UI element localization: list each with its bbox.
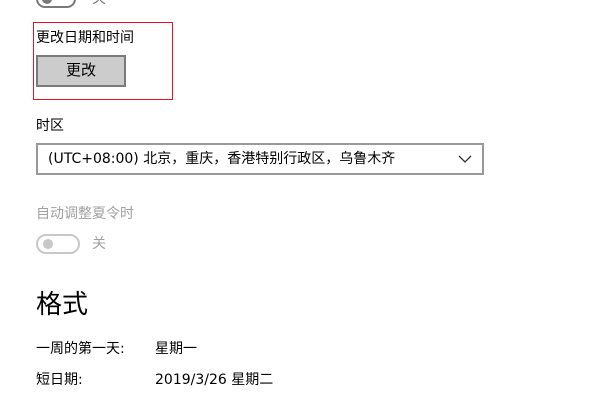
format-row-value: 2019/3/26 星期二 [155, 372, 274, 388]
timezone-dropdown[interactable]: (UTC+08:00) 北京，重庆，香港特别行政区，乌鲁木齐 [36, 143, 484, 175]
change-datetime-label: 更改日期和时间 [36, 30, 134, 46]
format-row-key: 短日期: [36, 372, 83, 388]
toggle-knob-icon [42, 0, 52, 4]
dst-toggle-state-label: 关 [92, 236, 106, 252]
timezone-label: 时区 [36, 118, 64, 134]
change-datetime-button[interactable]: 更改 [36, 55, 126, 87]
top-toggle-switch[interactable] [36, 0, 76, 8]
format-row-value: 星期一 [155, 341, 197, 357]
top-toggle-state-label: 关 [92, 0, 106, 8]
timezone-selected-value: (UTC+08:00) 北京，重庆，香港特别行政区，乌鲁木齐 [48, 151, 396, 167]
dst-label: 自动调整夏令时 [36, 206, 134, 222]
format-row-key: 一周的第一天: [36, 341, 125, 357]
toggle-knob-icon [43, 239, 53, 249]
formats-heading: 格式 [36, 290, 89, 320]
chevron-down-icon [458, 155, 472, 163]
date-time-settings-page: 关 更改日期和时间 更改 时区 (UTC+08:00) 北京，重庆，香港特别行政… [0, 0, 600, 400]
dst-toggle-switch[interactable] [36, 234, 80, 254]
